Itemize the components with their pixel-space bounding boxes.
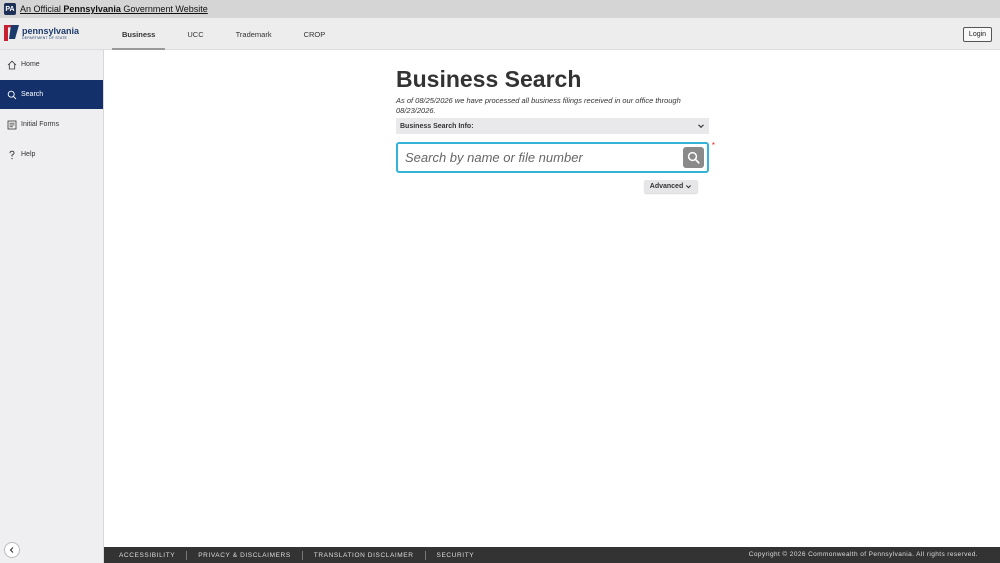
banner-suffix: Government Website bbox=[120, 4, 208, 14]
sidebar-item-search[interactable]: Search bbox=[0, 80, 103, 109]
sidebar-item-initial-forms[interactable]: Initial Forms bbox=[0, 110, 103, 139]
home-icon bbox=[7, 60, 17, 69]
required-indicator: * bbox=[711, 141, 715, 150]
pa-badge-icon: PA bbox=[4, 3, 16, 15]
official-banner: PA An Official Pennsylvania Government W… bbox=[0, 0, 1000, 18]
footer-links: ACCESSIBILITY PRIVACY & DISCLAIMERS TRAN… bbox=[104, 550, 486, 560]
footer-link-translation[interactable]: TRANSLATION DISCLAIMER bbox=[303, 550, 426, 560]
logo-subtitle: DEPARTMENT OF STATE bbox=[22, 35, 68, 40]
advanced-search-button[interactable]: Advanced bbox=[644, 180, 698, 193]
forms-icon bbox=[7, 120, 17, 129]
tab-trademark[interactable]: Trademark bbox=[226, 18, 282, 50]
banner-state: Pennsylvania bbox=[63, 4, 121, 14]
page-title: Business Search bbox=[396, 66, 582, 92]
sidebar-item-label: Home bbox=[21, 61, 40, 68]
tab-ucc[interactable]: UCC bbox=[177, 18, 213, 50]
sidebar-item-help[interactable]: Help bbox=[0, 140, 103, 169]
chevron-down-icon bbox=[698, 124, 704, 129]
info-bar-label: Business Search Info: bbox=[400, 122, 474, 130]
main-content: Business Search As of 08/25/2026 we have… bbox=[104, 50, 1000, 547]
sidebar-collapse-button[interactable] bbox=[4, 542, 20, 558]
search-icon bbox=[687, 151, 700, 164]
pa-logo[interactable]: pennsylvania DEPARTMENT OF STATE bbox=[4, 23, 79, 43]
advanced-label: Advanced bbox=[649, 183, 684, 190]
logo-name: pennsylvania bbox=[22, 25, 80, 36]
search-button[interactable] bbox=[683, 147, 704, 168]
footer: ACCESSIBILITY PRIVACY & DISCLAIMERS TRAN… bbox=[104, 547, 1000, 563]
help-icon bbox=[9, 150, 15, 159]
processing-notice: As of 08/25/2026 we have processed all b… bbox=[396, 96, 681, 115]
login-button[interactable]: Login bbox=[963, 27, 992, 42]
official-banner-link[interactable]: An Official Pennsylvania Government Webs… bbox=[20, 4, 208, 14]
copyright-text: Copyright © 2026 Commonwealth of Pennsyl… bbox=[748, 551, 978, 558]
footer-link-accessibility[interactable]: ACCESSIBILITY bbox=[108, 550, 188, 560]
business-search-panel: Business Search As of 08/25/2026 we have… bbox=[396, 66, 715, 173]
banner-prefix: An Official bbox=[20, 4, 64, 14]
footer-link-privacy[interactable]: PRIVACY & DISCLAIMERS bbox=[187, 550, 303, 560]
top-tabs: Business UCC Trademark CROP bbox=[112, 18, 347, 50]
business-search-info-toggle[interactable]: Business Search Info: bbox=[396, 118, 709, 134]
footer-link-security[interactable]: SECURITY bbox=[426, 551, 486, 560]
search-box: * bbox=[396, 141, 715, 173]
tab-business[interactable]: Business bbox=[112, 18, 166, 50]
sidebar-item-home[interactable]: Home bbox=[0, 50, 103, 79]
chevron-down-icon bbox=[686, 185, 692, 189]
sidebar: Home Search Initial Forms Help bbox=[0, 50, 104, 563]
app-header: pennsylvania DEPARTMENT OF STATE Busines… bbox=[0, 18, 1000, 50]
search-icon bbox=[7, 90, 17, 99]
tab-crop[interactable]: CROP bbox=[294, 18, 336, 50]
chevron-left-icon bbox=[9, 547, 14, 553]
sidebar-item-label: Help bbox=[21, 151, 36, 158]
sidebar-item-label: Initial Forms bbox=[21, 121, 60, 128]
keystone-logo-icon bbox=[4, 23, 20, 43]
sidebar-item-label: Search bbox=[21, 91, 44, 98]
search-input[interactable] bbox=[398, 144, 707, 171]
